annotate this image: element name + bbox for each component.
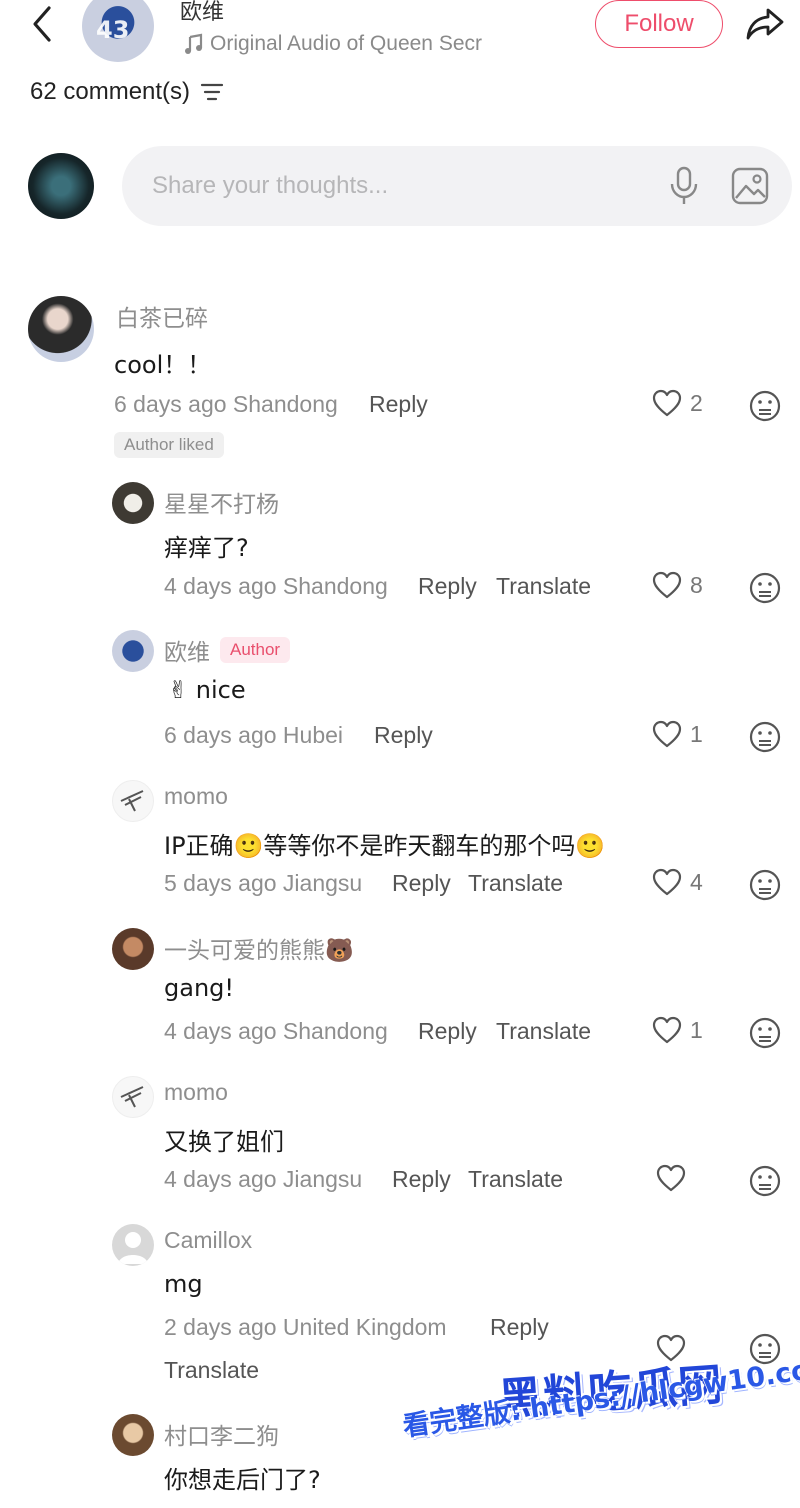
commenter-name[interactable]: 一头可爱的熊熊🐻 [164, 931, 354, 965]
comment-text: IP正确🙂等等你不是昨天翻车的那个吗🙂 [164, 832, 606, 860]
more-face-icon[interactable] [748, 1016, 782, 1050]
comment-text: cool！！ [114, 351, 212, 379]
sketch-avatar-icon [120, 1086, 144, 1108]
avatar[interactable] [112, 1224, 154, 1266]
comment-meta: 4 days ago Jiangsu [164, 1166, 363, 1192]
sketch-avatar-icon [120, 790, 144, 812]
heart-icon [652, 720, 682, 748]
avatar[interactable] [112, 1414, 154, 1456]
heart-icon [652, 571, 682, 599]
like-count: 1 [690, 1016, 703, 1043]
translate-button[interactable]: Translate [496, 1018, 591, 1045]
heart-icon [652, 868, 682, 896]
comment-meta: 4 days ago Shandong [164, 573, 388, 599]
reply-button[interactable]: Reply [369, 391, 428, 418]
like-button[interactable] [656, 1164, 686, 1192]
default-user-icon [118, 1232, 148, 1264]
reply-button[interactable]: Reply [392, 1166, 451, 1193]
like-count: 4 [690, 868, 703, 895]
avatar[interactable] [112, 928, 154, 970]
like-count: 8 [690, 571, 703, 598]
heart-icon [652, 389, 682, 417]
comment-text: 又换了姐们 [164, 1128, 284, 1156]
commenter-name[interactable]: 村口李二狗 [164, 1417, 279, 1451]
comment-meta: 6 days ago Shandong [114, 391, 338, 417]
comment-meta: 6 days ago Hubei [164, 722, 344, 748]
commenter-name-row: 欧维 Author [164, 633, 291, 667]
avatar[interactable] [112, 780, 154, 822]
more-face-icon[interactable] [748, 720, 782, 754]
comment-text: 痒痒了? [164, 534, 249, 562]
audio-title: Original Audio of Queen Secr [210, 32, 482, 55]
author-badge: Author [220, 637, 291, 663]
avatar[interactable] [112, 482, 154, 524]
comment-text: mg [164, 1270, 203, 1298]
share-icon [746, 8, 784, 40]
translate-button[interactable]: Translate [468, 1166, 563, 1193]
heart-icon [656, 1164, 686, 1192]
video-header: 43 欧维 Original Audio of Queen Secr Follo… [0, 0, 800, 70]
comment-composer [122, 146, 792, 226]
commenter-name[interactable]: 白茶已碎 [116, 299, 208, 333]
like-count: 2 [690, 389, 703, 416]
comment-text: ✌ nice [168, 676, 246, 704]
comment-count-label: 62 comment(s) [30, 78, 191, 105]
voice-button[interactable] [664, 164, 704, 208]
reply-button[interactable]: Reply [418, 573, 477, 600]
translate-button[interactable]: Translate [164, 1357, 259, 1384]
share-button[interactable] [740, 0, 790, 48]
avatar[interactable] [112, 630, 154, 672]
more-face-icon[interactable] [748, 1164, 782, 1198]
avatar[interactable] [28, 296, 94, 362]
comment-count[interactable]: 62 comment(s) [30, 78, 224, 106]
back-arrow-icon [33, 6, 51, 42]
more-face-icon[interactable] [748, 571, 782, 605]
comment-text: gang! [164, 974, 235, 1002]
like-button[interactable]: 4 [652, 868, 703, 896]
image-button[interactable] [728, 164, 772, 208]
my-avatar [28, 153, 94, 219]
audio-link[interactable]: Original Audio of Queen Secr [184, 32, 482, 56]
commenter-name[interactable]: 星星不打杨 [164, 485, 279, 519]
comment-meta: 5 days ago Jiangsu [164, 870, 363, 896]
comment-meta: 2 days ago United Kingdom [164, 1314, 447, 1340]
reply-button[interactable]: Reply [374, 722, 433, 749]
like-button[interactable]: 1 [652, 720, 703, 748]
music-note-icon [185, 33, 203, 54]
reply-button[interactable]: Reply [418, 1018, 477, 1045]
reply-button[interactable]: Reply [392, 870, 451, 897]
like-button[interactable]: 1 [652, 1016, 703, 1044]
like-button[interactable]: 8 [652, 571, 703, 599]
comment-text: 你想走后门了? [164, 1466, 321, 1494]
more-face-icon[interactable] [748, 389, 782, 423]
commenter-name[interactable]: momo [164, 1079, 228, 1106]
commenter-name[interactable]: momo [164, 783, 228, 810]
avatar-number: 43 [96, 16, 130, 44]
image-icon [731, 167, 769, 205]
microphone-icon [670, 166, 698, 204]
comment-input[interactable] [152, 172, 632, 200]
translate-button[interactable]: Translate [468, 870, 563, 897]
more-face-icon[interactable] [748, 868, 782, 902]
commenter-name[interactable]: Camillox [164, 1227, 252, 1254]
sort-icon [200, 83, 224, 101]
avatar[interactable] [112, 1076, 154, 1118]
back-button[interactable] [22, 0, 62, 48]
reply-button[interactable]: Reply [490, 1314, 549, 1341]
heart-icon [652, 1016, 682, 1044]
like-button[interactable]: 2 [652, 389, 703, 417]
author-name[interactable]: 欧维 [180, 0, 224, 26]
like-count: 1 [690, 720, 703, 747]
translate-button[interactable]: Translate [496, 573, 591, 600]
author-liked-badge: Author liked [114, 432, 224, 458]
comment-meta: 4 days ago Shandong [164, 1018, 388, 1044]
follow-button[interactable]: Follow [595, 0, 723, 48]
author-avatar[interactable]: 43 [82, 0, 154, 62]
commenter-name[interactable]: 欧维 [164, 633, 210, 667]
